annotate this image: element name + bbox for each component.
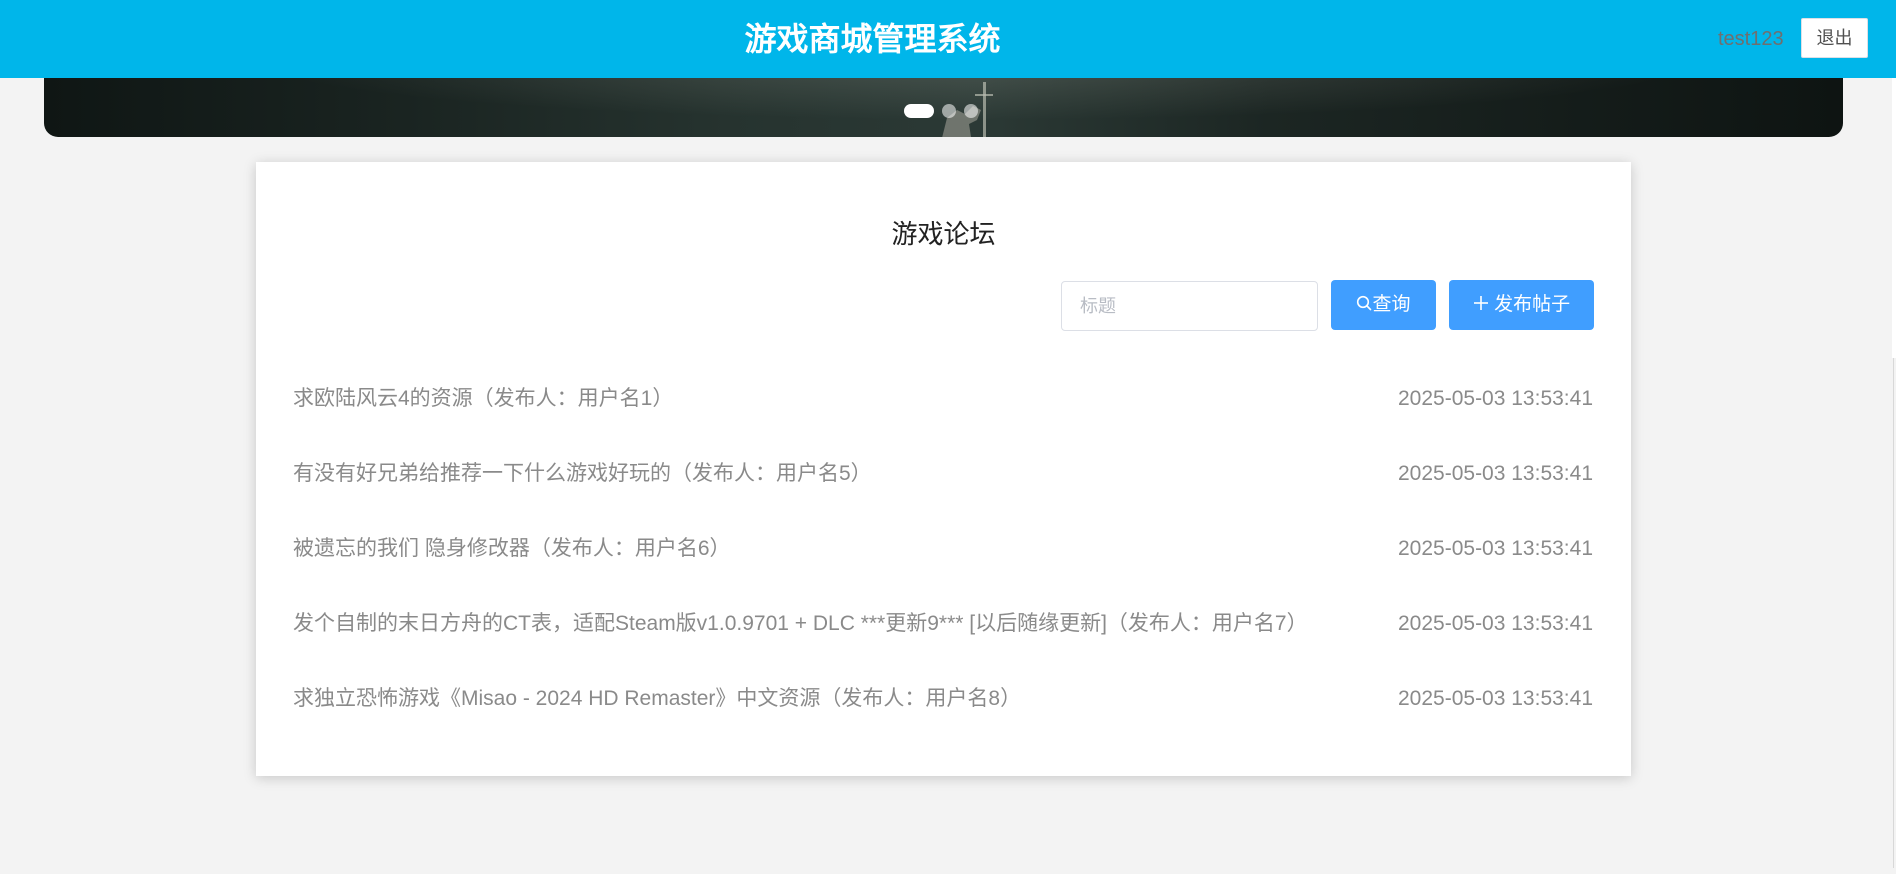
- logout-button[interactable]: 退出: [1801, 18, 1868, 58]
- post-list: 求欧陆风云4的资源（发布人：用户名1） 2025-05-03 13:53:41 …: [293, 384, 1593, 759]
- post-item[interactable]: 求独立恐怖游戏《Misao - 2024 HD Remaster》中文资源（发布…: [293, 684, 1593, 759]
- forum-card: 游戏论坛 查询 发布帖子 求欧陆风云4的资源（发布人：用户名1） 2025-05…: [256, 162, 1631, 776]
- post-time: 2025-05-03 13:53:41: [1398, 387, 1593, 410]
- post-time: 2025-05-03 13:53:41: [1398, 687, 1593, 710]
- post-time: 2025-05-03 13:53:41: [1398, 462, 1593, 485]
- username-label: test123: [1718, 28, 1784, 50]
- post-item[interactable]: 求欧陆风云4的资源（发布人：用户名1） 2025-05-03 13:53:41: [293, 384, 1593, 459]
- publish-post-button[interactable]: 发布帖子: [1449, 280, 1594, 330]
- post-time: 2025-05-03 13:53:41: [1398, 612, 1593, 635]
- post-item[interactable]: 发个自制的末日方舟的CT表，适配Steam版v1.0.9701 + DLC **…: [293, 609, 1593, 684]
- page-scrollbar[interactable]: [1892, 78, 1896, 358]
- top-navbar: 游戏商城管理系统 test123 退出: [0, 0, 1896, 78]
- forum-title: 游戏论坛: [891, 219, 996, 249]
- post-title[interactable]: 求独立恐怖游戏《Misao - 2024 HD Remaster》中文资源（发布…: [293, 684, 1021, 714]
- query-button-label: 查询: [1372, 294, 1411, 315]
- post-title[interactable]: 被遗忘的我们 隐身修改器（发布人：用户名6）: [293, 534, 731, 564]
- app-title: 游戏商城管理系统: [744, 21, 1001, 57]
- post-title[interactable]: 求欧陆风云4的资源（发布人：用户名1）: [293, 384, 673, 414]
- post-title[interactable]: 发个自制的末日方舟的CT表，适配Steam版v1.0.9701 + DLC **…: [293, 609, 1308, 639]
- carousel-dot-1[interactable]: [904, 104, 934, 118]
- page-edge-line: [1893, 358, 1894, 868]
- plus-icon: [1473, 296, 1488, 311]
- publish-post-label: 发布帖子: [1494, 294, 1571, 315]
- title-search-input[interactable]: [1061, 281, 1318, 331]
- post-item[interactable]: 有没有好兄弟给推荐一下什么游戏好玩的（发布人：用户名5） 2025-05-03 …: [293, 459, 1593, 534]
- carousel-dot-3[interactable]: [964, 104, 978, 118]
- post-title[interactable]: 有没有好兄弟给推荐一下什么游戏好玩的（发布人：用户名5）: [293, 459, 872, 489]
- post-time: 2025-05-03 13:53:41: [1398, 537, 1593, 560]
- search-icon: [1357, 296, 1372, 311]
- query-button[interactable]: 查询: [1331, 280, 1436, 330]
- post-item[interactable]: 被遗忘的我们 隐身修改器（发布人：用户名6） 2025-05-03 13:53:…: [293, 534, 1593, 609]
- carousel-indicators: [904, 104, 978, 118]
- carousel-dot-2[interactable]: [942, 104, 956, 118]
